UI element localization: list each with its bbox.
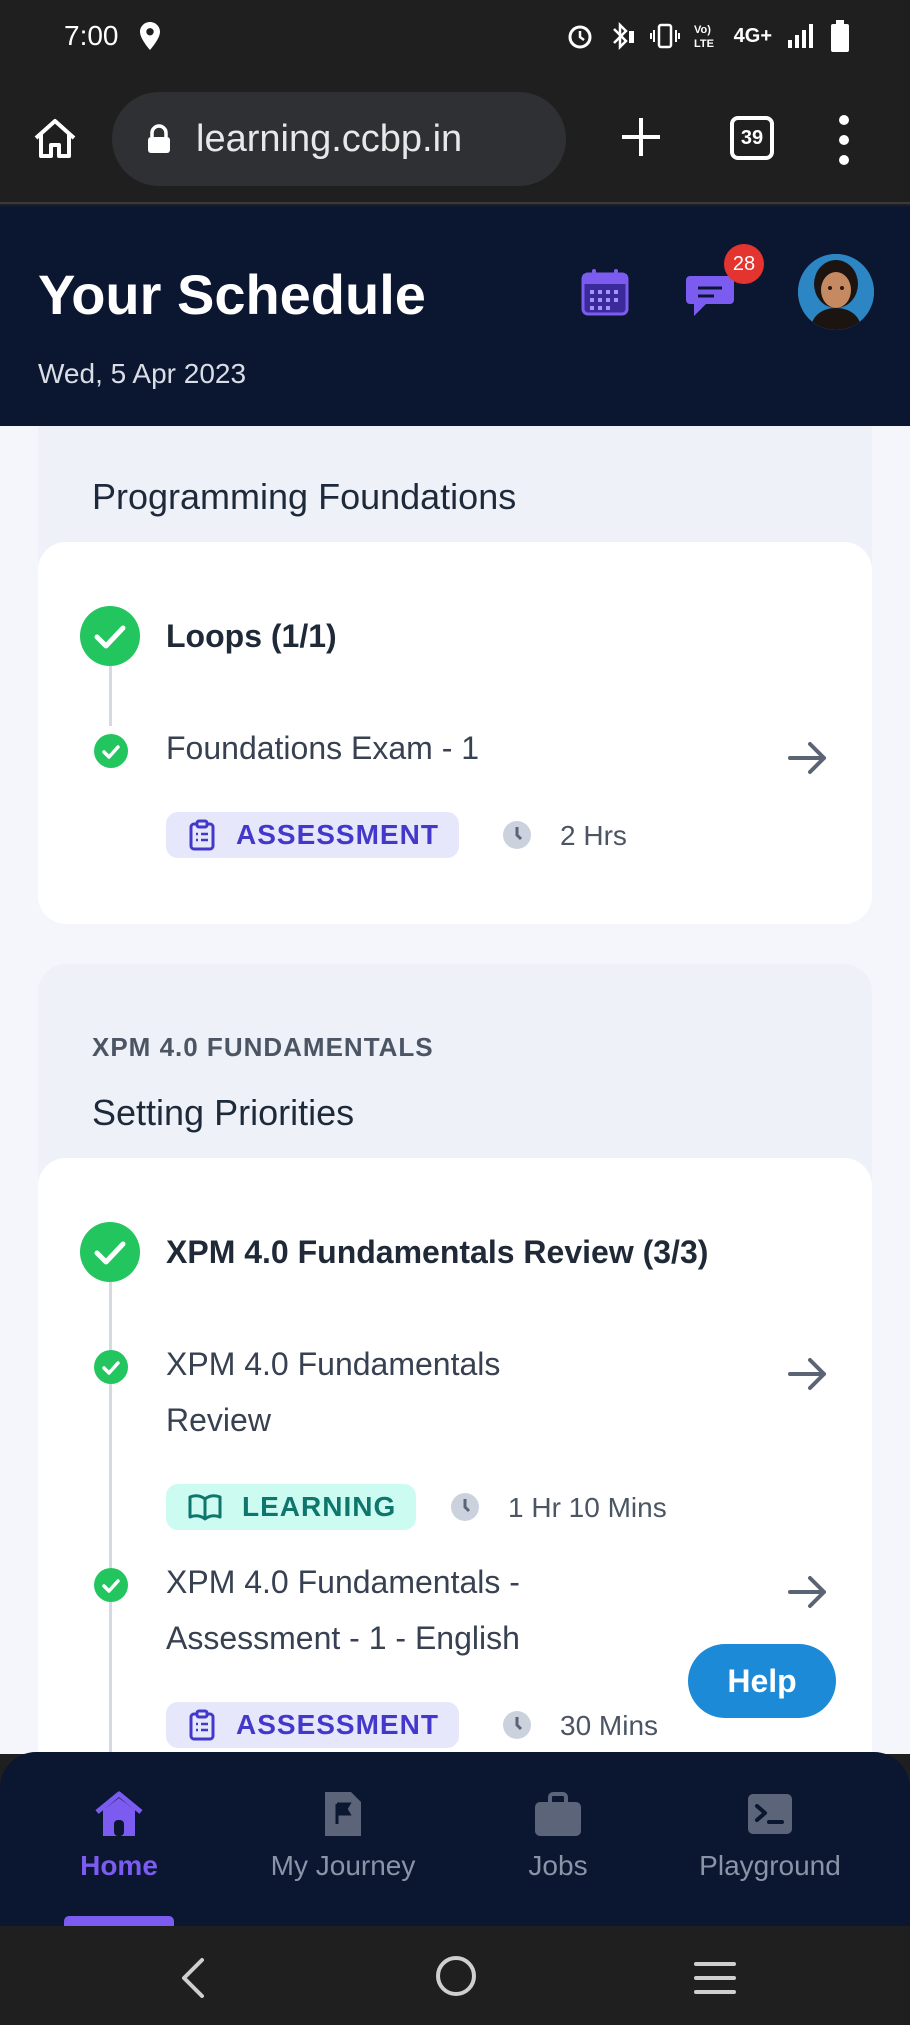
system-navigation-bar bbox=[0, 1926, 910, 2025]
page-title: Your Schedule bbox=[38, 263, 426, 326]
nav-playground[interactable]: Playground bbox=[690, 1788, 850, 1882]
item-title[interactable]: XPM 4.0 Fundamentals - Assessment - 1 - … bbox=[166, 1554, 586, 1666]
briefcase-icon bbox=[535, 1792, 581, 1836]
module-card: Loops (1/1) Foundations Exam - 1 ASSESSM… bbox=[38, 542, 872, 924]
module-title: XPM 4.0 Fundamentals Review (3/3) bbox=[166, 1234, 709, 1270]
nav-label: My Journey bbox=[270, 1850, 416, 1881]
item-title[interactable]: Foundations Exam - 1 bbox=[166, 720, 586, 776]
url-text: learning.ccbp.in bbox=[196, 117, 463, 160]
new-tab-icon[interactable] bbox=[616, 112, 666, 162]
arrow-right-icon[interactable] bbox=[786, 1574, 830, 1610]
duration-text: 2 Hrs bbox=[560, 820, 627, 851]
active-tab-indicator bbox=[64, 1916, 174, 1926]
schedule-date: Wed, 5 Apr 2023 bbox=[38, 358, 247, 389]
nav-label: Home bbox=[80, 1850, 158, 1881]
timeline-line bbox=[109, 666, 112, 726]
item-title[interactable]: XPM 4.0 Fundamentals Review bbox=[166, 1336, 586, 1448]
completed-check-icon bbox=[80, 1222, 140, 1282]
lock-icon bbox=[148, 124, 170, 153]
completed-check-icon bbox=[80, 606, 140, 666]
duration-text: 30 Mins bbox=[560, 1710, 659, 1741]
nav-jobs[interactable]: Jobs bbox=[512, 1788, 604, 1882]
home-icon[interactable] bbox=[30, 114, 80, 164]
signal-icon bbox=[788, 24, 813, 48]
tag-label: ASSESSMENT bbox=[236, 819, 439, 850]
nav-label: Jobs bbox=[528, 1850, 588, 1881]
alarm-icon bbox=[568, 25, 592, 49]
clock-icon bbox=[451, 1493, 479, 1521]
bottom-navigation: Home My Journey Jobs Playground bbox=[0, 1752, 910, 1926]
item-title-line: XPM 4.0 Fundamentals - bbox=[166, 1564, 520, 1600]
volte-icon: Vo) LTE bbox=[694, 24, 714, 50]
svg-text:Vo): Vo) bbox=[694, 24, 711, 36]
network-type: 4G+ bbox=[733, 24, 772, 47]
completed-check-icon bbox=[94, 734, 128, 768]
overflow-menu-icon[interactable] bbox=[832, 112, 856, 168]
item-title-line: XPM 4.0 Fundamentals bbox=[166, 1346, 501, 1382]
arrow-right-icon[interactable] bbox=[786, 1356, 830, 1392]
assessment-tag: ASSESSMENT bbox=[166, 812, 459, 858]
app-header: Your Schedule Wed, 5 Apr 2023 28 bbox=[0, 206, 910, 426]
completed-check-icon bbox=[94, 1568, 128, 1602]
assessment-tag: ASSESSMENT bbox=[166, 1702, 459, 1748]
schedule-content: Programming Foundations Loops (1/1) Foun… bbox=[0, 426, 910, 1754]
learning-tag: LEARNING bbox=[166, 1484, 417, 1530]
home-circle-icon[interactable] bbox=[434, 1954, 478, 1998]
duration-text: 1 Hr 10 Mins bbox=[508, 1492, 667, 1523]
clock-icon bbox=[503, 821, 531, 849]
bluetooth-icon bbox=[612, 21, 634, 51]
back-icon[interactable] bbox=[174, 1956, 210, 2000]
recents-icon[interactable] bbox=[692, 1960, 738, 1996]
home-icon bbox=[95, 1791, 143, 1836]
item-title-line: Assessment - 1 - English bbox=[166, 1620, 520, 1656]
completed-check-icon bbox=[94, 1350, 128, 1384]
address-bar[interactable]: learning.ccbp.in bbox=[112, 92, 566, 186]
location-icon bbox=[140, 22, 160, 50]
course-title: Setting Priorities bbox=[92, 1092, 355, 1133]
nav-my-journey[interactable]: My Journey bbox=[258, 1788, 428, 1882]
item-title-line: Review bbox=[166, 1402, 271, 1438]
clock-icon bbox=[503, 1711, 531, 1739]
course-title: Programming Foundations bbox=[92, 476, 517, 517]
browser-toolbar: learning.ccbp.in 39 bbox=[0, 76, 910, 204]
terminal-icon bbox=[748, 1794, 792, 1834]
status-bar: 7:00 Vo) LTE 4G+ bbox=[0, 0, 910, 76]
flag-document-icon bbox=[325, 1792, 361, 1836]
svg-text:LTE: LTE bbox=[694, 38, 714, 50]
arrow-right-icon[interactable] bbox=[786, 740, 830, 776]
tag-label: ASSESSMENT bbox=[236, 1709, 439, 1740]
tag-label: LEARNING bbox=[242, 1491, 397, 1522]
avatar[interactable] bbox=[798, 254, 874, 330]
clipboard-icon bbox=[189, 819, 215, 851]
module-title: Loops (1/1) bbox=[166, 618, 337, 654]
battery-icon bbox=[831, 20, 849, 52]
help-button[interactable]: Help bbox=[688, 1644, 836, 1718]
tab-switcher-button[interactable]: 39 bbox=[730, 116, 774, 160]
nav-label: Playground bbox=[699, 1850, 841, 1881]
notification-badge: 28 bbox=[724, 244, 764, 284]
status-time: 7:00 bbox=[64, 20, 119, 51]
vibrate-icon bbox=[649, 23, 680, 49]
clipboard-icon bbox=[189, 1709, 215, 1741]
book-icon bbox=[188, 1494, 222, 1521]
calendar-icon[interactable] bbox=[580, 268, 630, 318]
status-icons: Vo) LTE 4G+ bbox=[566, 20, 850, 52]
course-kicker: XPM 4.0 FUNDAMENTALS bbox=[92, 1032, 434, 1062]
nav-home[interactable]: Home bbox=[68, 1788, 170, 1882]
